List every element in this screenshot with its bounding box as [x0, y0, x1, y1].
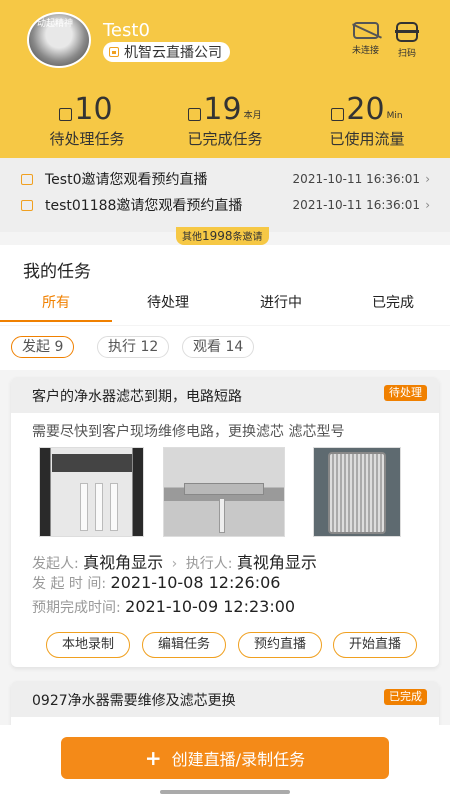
stat-completed[interactable]: 19 本月 已完成任务 — [150, 93, 300, 149]
invitation-item[interactable]: Test0邀请您观看预约直播 2021-10-11 16:36:01 › — [0, 166, 450, 192]
more-count: 1998 — [202, 229, 233, 243]
company-name: 机智云直播公司 — [124, 45, 222, 61]
stat-value: 19 — [203, 92, 242, 127]
invitation-text: test01188邀请您观看预约直播 — [45, 198, 243, 214]
connection-status-button[interactable]: 未连接 — [352, 22, 379, 56]
due-time-row: 预期完成时间: 2021-10-09 12:23:00 — [32, 597, 295, 617]
task-panel: 我的任务 所有 待处理 进行中 已完成 — [0, 245, 450, 325]
stat-pending[interactable]: 10 待处理任务 — [12, 93, 162, 149]
company-badge: 机智云直播公司 — [103, 42, 230, 62]
status-badge: 已完成 — [384, 689, 427, 705]
people-row: 发起人: 真视角显示 › 执行人: 真视角显示 — [32, 549, 317, 573]
executor-label: 执行人: — [185, 556, 233, 572]
company-icon — [109, 47, 119, 57]
executor-name: 真视角显示 — [236, 553, 317, 572]
more-suffix: 条邀请 — [232, 232, 263, 243]
initiator-label: 发起人: — [32, 556, 79, 572]
stat-unit: 本月 — [243, 111, 262, 121]
calendar-icon — [59, 108, 73, 121]
more-invitations-badge[interactable]: 其他1998条邀请 — [176, 227, 269, 245]
chevron-right-icon: › — [425, 198, 430, 212]
stat-label: 已使用流量 — [329, 130, 405, 148]
start-time-row: 发 起 时 间: 2021-10-08 12:26:06 — [32, 573, 280, 593]
task-photo-filter[interactable] — [313, 447, 401, 537]
stat-unit: Min — [386, 111, 403, 121]
tab-in-progress[interactable]: 进行中 — [225, 292, 337, 312]
tab-pending[interactable]: 待处理 — [112, 292, 224, 312]
local-record-button[interactable]: 本地录制 — [46, 632, 130, 658]
start-live-button[interactable]: 开始直播 — [333, 632, 417, 658]
invitation-icon — [21, 174, 33, 185]
card-actions: 本地录制 编辑任务 预约直播 开始直播 — [11, 632, 439, 658]
invitation-icon — [21, 200, 33, 211]
schedule-live-button[interactable]: 预约直播 — [238, 632, 322, 658]
task-card[interactable]: 客户的净水器滤芯到期，电路短路 待处理 需要尽快到客户现场维修电路，更换滤芯 滤… — [11, 377, 439, 667]
invitation-time: 2021-10-11 16:36:01 — [292, 198, 420, 212]
chevron-right-icon: › — [425, 172, 430, 186]
initiator-name: 真视角显示 — [83, 553, 164, 572]
scan-icon — [395, 22, 419, 42]
scan-button[interactable]: 扫码 — [395, 22, 419, 59]
connection-label: 未连接 — [352, 46, 380, 56]
filter-watched[interactable]: 观看 14 — [182, 336, 255, 358]
profile-header: 动起精神 Test0 机智云直播公司 未连接 扫码 10 待处理任务 19 本月… — [0, 0, 450, 158]
username: Test0 — [103, 20, 150, 41]
tab-all[interactable]: 所有 — [0, 292, 112, 312]
create-task-label: 创建直播/录制任务 — [171, 750, 306, 769]
card-header: 0927净水器需要维修及滤芯更换 已完成 — [11, 681, 439, 717]
start-time-value: 2021-10-08 12:26:06 — [110, 573, 281, 592]
invitation-item[interactable]: test01188邀请您观看预约直播 2021-10-11 16:36:01 › — [0, 192, 450, 218]
avatar[interactable]: 动起精神 — [27, 12, 91, 68]
task-photo-water-purifier[interactable] — [39, 447, 144, 537]
stat-label: 已完成任务 — [187, 130, 263, 148]
stat-traffic[interactable]: 20 Min 已使用流量 — [292, 93, 442, 149]
avatar-caption: 动起精神 — [37, 19, 74, 29]
card-header: 客户的净水器滤芯到期，电路短路 待处理 — [11, 377, 439, 413]
due-time-label: 预期完成时间: — [32, 600, 121, 616]
edit-task-button[interactable]: 编辑任务 — [142, 632, 226, 658]
start-time-label: 发 起 时 间: — [32, 576, 107, 592]
chevron-right-icon: › — [171, 556, 178, 572]
invitation-text: Test0邀请您观看预约直播 — [45, 172, 208, 188]
due-time-value: 2021-10-09 12:23:00 — [125, 597, 296, 616]
more-prefix: 其他 — [182, 232, 202, 243]
status-badge: 待处理 — [384, 385, 427, 401]
calendar-icon — [188, 108, 202, 121]
stat-value: 10 — [74, 92, 113, 127]
scan-label: 扫码 — [397, 49, 416, 59]
task-photo-sink[interactable] — [163, 447, 285, 537]
section-title: 我的任务 — [23, 262, 91, 282]
bottom-bar: + 创建直播/录制任务 — [0, 725, 450, 800]
filter-initiated[interactable]: 发起 9 — [11, 336, 75, 358]
stat-value: 20 — [346, 92, 385, 127]
home-indicator[interactable] — [160, 790, 290, 794]
tab-completed[interactable]: 已完成 — [337, 292, 449, 312]
plus-icon: + — [144, 746, 162, 770]
card-title: 0927净水器需要维修及滤芯更换 — [32, 693, 236, 709]
filter-bar: 发起 9 执行 12 观看 14 — [0, 326, 450, 370]
filter-executed[interactable]: 执行 12 — [97, 336, 170, 358]
active-tab-indicator — [0, 320, 112, 322]
stat-label: 待处理任务 — [49, 130, 125, 148]
invitation-list: Test0邀请您观看预约直播 2021-10-11 16:36:01 › tes… — [0, 158, 450, 232]
card-description: 需要尽快到客户现场维修电路，更换滤芯 滤芯型号 — [32, 424, 345, 440]
invitation-time: 2021-10-11 16:36:01 — [292, 172, 420, 186]
calendar-icon — [331, 108, 345, 121]
card-title: 客户的净水器滤芯到期，电路短路 — [32, 389, 242, 405]
create-task-button[interactable]: + 创建直播/录制任务 — [61, 737, 389, 779]
disconnected-icon — [352, 22, 379, 39]
